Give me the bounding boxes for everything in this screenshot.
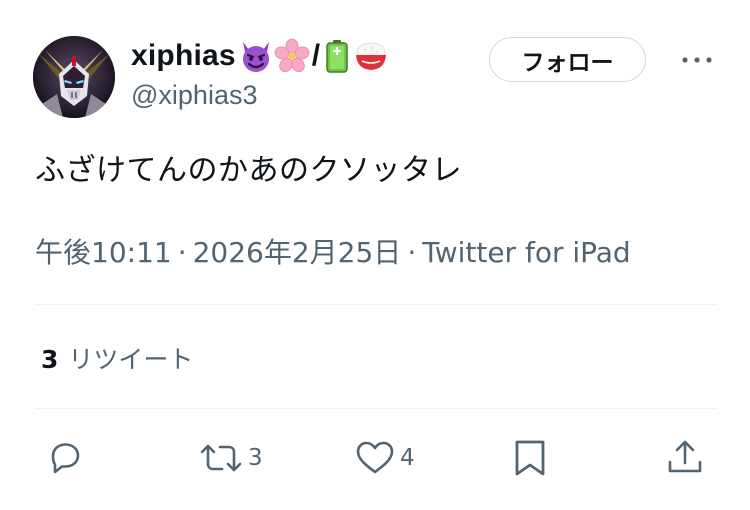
retweet-stats[interactable]: 3 リツイート <box>41 340 193 376</box>
display-name[interactable]: xiphias <box>131 39 236 73</box>
share-icon <box>668 440 702 473</box>
reply-button[interactable] <box>45 437 85 479</box>
cherry-blossom-emoji-icon <box>274 38 310 73</box>
meta-separator: · <box>407 236 417 269</box>
avatar-image <box>33 36 115 118</box>
avatar[interactable] <box>33 36 115 118</box>
author-block: xiphias / @xiphias3 <box>131 36 390 111</box>
divider <box>35 304 716 305</box>
tweet-time[interactable]: 午後10:11 <box>35 236 172 269</box>
battery-emoji-icon <box>326 40 348 73</box>
tweet-text: ふざけてんのかあのクソッタレ <box>35 153 462 188</box>
tweet-source[interactable]: Twitter for iPad <box>422 236 630 269</box>
smiling-devil-emoji-icon <box>242 42 269 72</box>
share-button[interactable] <box>665 437 705 479</box>
tweet-date[interactable]: 2026年2月25日 <box>193 236 402 269</box>
like-button[interactable]: 4 <box>354 437 415 479</box>
divider <box>35 408 716 409</box>
more-options-icon[interactable] <box>680 48 714 72</box>
like-count: 4 <box>400 445 415 471</box>
tweet-meta: 午後10:11 · 2026年2月25日 · Twitter for iPad <box>35 231 631 271</box>
meta-separator: · <box>177 236 187 269</box>
retweet-stat-count: 3 <box>41 345 59 374</box>
retweet-count: 3 <box>248 445 263 471</box>
follow-button[interactable]: フォロー <box>489 37 646 82</box>
retweet-icon <box>200 444 242 472</box>
rice-bowl-emoji-icon <box>356 42 387 70</box>
bookmark-icon <box>515 440 545 476</box>
tweet-card: xiphias / @xiphias3 フォロー ふざけてんのかあのクソッタレ … <box>0 0 750 510</box>
retweet-button[interactable]: 3 <box>198 437 263 479</box>
bookmark-button[interactable] <box>512 437 548 479</box>
author-name-row[interactable]: xiphias / <box>131 36 390 76</box>
name-emojis: / <box>238 38 390 74</box>
retweet-stat-label: リツイート <box>68 345 194 374</box>
name-separator: / <box>311 39 321 72</box>
reply-icon <box>51 443 80 474</box>
author-handle[interactable]: @xiphias3 <box>131 80 390 111</box>
heart-icon <box>356 441 394 474</box>
